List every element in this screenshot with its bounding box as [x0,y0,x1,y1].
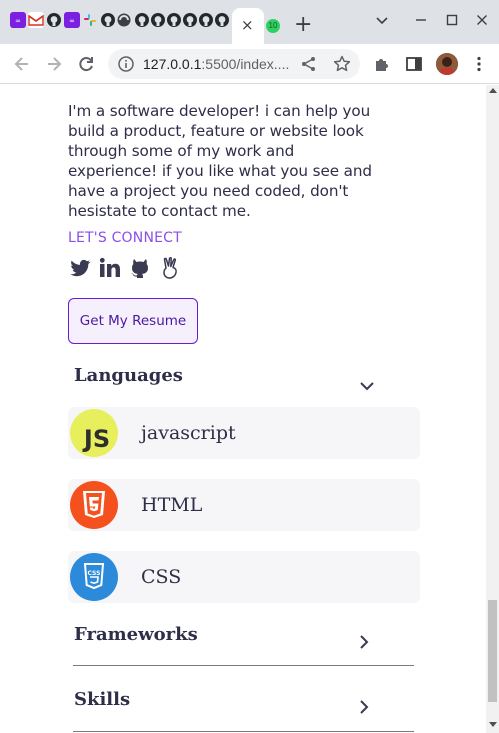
tab-favicon-badge[interactable]: 10 [266,19,280,33]
url-host: 127.0.0.1 [143,56,202,72]
browser-toolbar: 127.0.0.1:5500/index.... [0,44,499,84]
svg-text:∞: ∞ [15,17,21,25]
divider [73,731,414,732]
chevron-right-icon[interactable] [356,699,372,715]
svg-text:∞: ∞ [69,17,75,25]
url-text[interactable]: 127.0.0.1:5500/index.... [143,56,289,72]
language-card-html: HTML [68,479,420,531]
language-card-css: CSS CSS [68,551,420,603]
tab-favicon-github[interactable] [46,12,62,28]
tab-favicon-2[interactable]: ∞ [64,12,80,28]
languages-heading[interactable]: Languages [74,365,183,386]
back-arrow-icon[interactable] [12,54,32,74]
minimize-button[interactable] [414,13,428,31]
tab-favicon-github[interactable] [198,12,214,28]
chevron-down-icon[interactable] [359,378,375,394]
chevron-right-icon[interactable] [356,634,372,650]
extensions-puzzle-icon[interactable] [372,54,392,74]
bio-paragraph: I'm a software developer! i can help you… [68,102,372,220]
profile-avatar[interactable] [436,53,458,75]
angellist-icon[interactable] [158,256,182,280]
browser-menu-icon[interactable] [469,54,489,74]
tab-favicon-swirl[interactable] [116,12,132,28]
get-resume-button[interactable]: Get My Resume [68,298,198,344]
js-icon: JS [70,409,118,457]
reload-icon[interactable] [76,54,96,74]
side-panel-icon[interactable] [404,54,424,74]
bookmark-star-icon[interactable] [332,54,352,74]
tab-favicon-gmail[interactable] [28,12,44,28]
tab-favicon-github[interactable] [166,12,182,28]
language-name: HTML [141,494,203,516]
site-info-icon[interactable] [117,55,135,73]
scroll-up-arrow-icon[interactable] [489,88,497,93]
tab-favicon-github[interactable] [182,12,198,28]
scrollbar-thumb[interactable] [488,600,497,702]
address-bar[interactable]: 127.0.0.1:5500/index.... [108,49,360,79]
tab-favicon-slack[interactable] [82,12,98,28]
svg-text:JS: JS [82,425,110,453]
tab-favicon-1[interactable]: ∞ [10,12,26,28]
new-tab-button[interactable]: + [294,14,312,36]
tab-favicon-github[interactable] [150,12,166,28]
github-icon[interactable] [128,256,152,280]
close-tab-icon[interactable]: × [241,16,254,34]
skills-heading[interactable]: Skills [74,689,130,710]
tab-favicon-github[interactable] [134,12,150,28]
tab-search-icon[interactable] [375,13,389,31]
tab-favicon-github[interactable] [100,12,116,28]
page-content: I'm a software developer! i can help you… [0,85,486,733]
language-name: javascript [141,422,236,444]
html5-icon [70,481,118,529]
svg-text:CSS: CSS [88,570,101,577]
active-tab[interactable]: × [232,8,264,44]
css3-icon: CSS [70,553,118,601]
connect-heading: LET'S CONNECT [68,230,182,246]
scroll-down-arrow-icon[interactable] [489,722,497,727]
forward-arrow-icon[interactable] [44,54,64,74]
frameworks-heading[interactable]: Frameworks [74,624,198,645]
twitter-icon[interactable] [68,256,92,280]
maximize-button[interactable] [445,13,459,31]
divider [73,665,414,666]
language-name: CSS [141,566,182,588]
share-icon[interactable] [300,55,318,73]
tab-favicon-github[interactable] [214,12,230,28]
close-window-button[interactable] [475,13,489,31]
tab-strip: ∞ ∞ × 10 + [0,0,499,44]
url-path: :5500/index.... [201,56,290,72]
linkedin-icon[interactable] [98,256,122,280]
language-card-javascript: JS javascript [68,407,420,459]
